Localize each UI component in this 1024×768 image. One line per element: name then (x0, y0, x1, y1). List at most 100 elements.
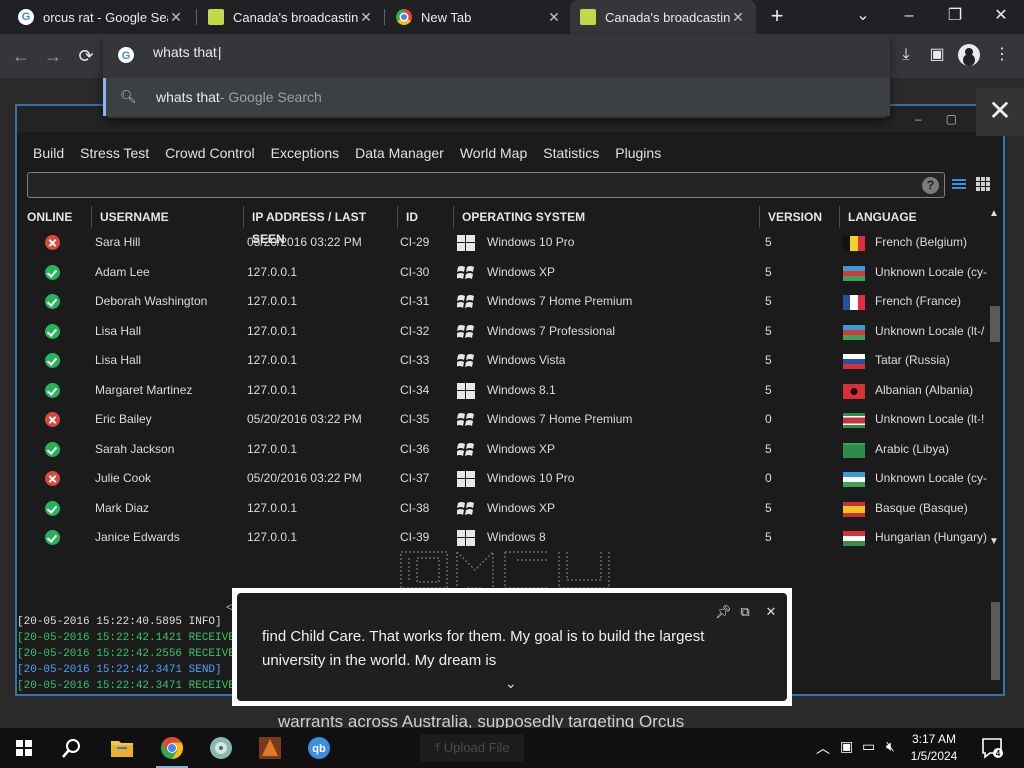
column-header-id[interactable]: ID (397, 206, 453, 228)
table-row[interactable]: Lisa Hall 127.0.0.1 CI-33 Windows Vista 5 Tat… (19, 346, 993, 376)
flag-hu-icon (843, 531, 865, 546)
cell-username: Janice Edwards (95, 530, 180, 544)
taskbar-chrome[interactable] (148, 728, 196, 768)
profile-avatar[interactable] (958, 44, 980, 66)
upload-file-label: Upload File (443, 740, 510, 755)
client-search-input[interactable] (27, 172, 945, 198)
column-header-version[interactable]: VERSION (759, 206, 839, 228)
menu-plugins[interactable]: Plugins (607, 142, 669, 164)
log-line: [20-05-2016 15:22:42.2556 RECEIVE] (17, 648, 242, 660)
tab-divider (196, 9, 197, 25)
menu-world-map[interactable]: World Map (452, 142, 535, 164)
side-panel-icon[interactable]: ▣ (926, 42, 948, 68)
reload-icon[interactable]: ⟳ (73, 43, 99, 69)
new-tab-icon[interactable]: + (766, 5, 788, 28)
system-clock[interactable]: 3:17 AM 1/5/2024 (904, 731, 964, 765)
windows-logo-icon (457, 295, 474, 308)
tab-cbc-active[interactable]: Canada's broadcasting ✕ (570, 0, 756, 34)
table-row[interactable]: Deborah Washington 127.0.0.1 CI-31 Windows … (19, 287, 993, 317)
tray-chevron-up-icon[interactable]: ︿ (816, 738, 830, 758)
disk-app-icon (210, 737, 232, 759)
tab-orcus-search[interactable]: orcus rat - Google Sea ✕ (8, 0, 194, 34)
table-scrollbar-thumb[interactable] (990, 306, 1000, 342)
column-header-language[interactable]: LANGUAGE (839, 206, 989, 228)
menu-build[interactable]: Build (25, 142, 72, 164)
table-row[interactable]: Adam Lee 127.0.0.1 CI-30 Windows XP 5 Unknown… (19, 258, 993, 288)
scroll-up-icon[interactable]: ▲ (989, 208, 999, 219)
tab-close-icon[interactable]: ✕ (546, 9, 562, 25)
menu-icon[interactable]: ⋮ (991, 42, 1013, 68)
tray-app-icon[interactable]: ▣ (840, 738, 853, 755)
tab-search-icon[interactable]: ⌄ (840, 0, 886, 34)
table-row[interactable]: Julie Cook 05/20/2016 03:22 PM CI-37 Window… (19, 464, 993, 494)
pin-icon[interactable]: 📌︎ (715, 604, 732, 620)
cell-id: CI-29 (400, 235, 430, 249)
column-header-os[interactable]: OPERATING SYSTEM (453, 206, 759, 228)
taskbar-file-explorer[interactable] (98, 728, 146, 768)
tab-close-icon[interactable]: ✕ (730, 9, 746, 25)
cell-version: 5 (765, 323, 772, 338)
tab-new-tab[interactable]: New Tab ✕ (386, 0, 572, 34)
upload-file-button[interactable]: ⤒ Upload File (420, 734, 524, 762)
menu-exceptions[interactable]: Exceptions (263, 142, 347, 164)
tab-cbc-1[interactable]: Canada's broadcasting ✕ (198, 0, 384, 34)
cell-id: CI-38 (400, 500, 430, 515)
flag-fr-icon (843, 295, 865, 310)
table-row[interactable]: Margaret Martinez 127.0.0.1 CI-34 Windows 8… (19, 376, 993, 406)
omnibox[interactable]: G whats that 🔍︎ whats that - Google Sear… (103, 34, 890, 118)
caption-text: find Child Care. That works for them. My… (262, 628, 705, 669)
start-button[interactable] (0, 728, 48, 768)
forward-icon[interactable]: → (40, 43, 66, 69)
windows-logo-icon (457, 442, 474, 456)
back-icon[interactable]: ← (8, 43, 34, 69)
cell-version: 5 (765, 441, 772, 456)
tab-close-icon[interactable]: ✕ (168, 9, 184, 25)
address-input[interactable]: whats that (153, 44, 221, 60)
taskbar-app-2[interactable] (197, 728, 245, 768)
app-menubar: Build Stress Test Crowd Control Exceptio… (25, 142, 669, 164)
help-icon[interactable]: ? (922, 177, 939, 194)
page-viewport: –▢ Build Stress Test Crowd Control Excep… (0, 78, 1024, 728)
caption-close-icon[interactable]: ✕ (763, 604, 779, 620)
online-check-icon (45, 530, 60, 545)
tab-divider (384, 9, 385, 25)
download-icon[interactable]: ⤓ (895, 42, 917, 68)
list-view-icon[interactable] (951, 176, 967, 192)
network-icon[interactable]: ▭ (862, 738, 875, 755)
table-row[interactable]: Lisa Hall 127.0.0.1 CI-32 Windows 7 Profess… (19, 317, 993, 347)
table-row[interactable]: Eric Bailey 05/20/2016 03:22 PM CI-35 Windo… (19, 405, 993, 435)
table-row[interactable]: Janice Edwards 127.0.0.1 CI-39 Windows 8 5 Hu… (19, 523, 993, 548)
video-close-icon[interactable]: ✕ (976, 88, 1024, 136)
menu-statistics[interactable]: Statistics (535, 142, 607, 164)
grid-view-icon[interactable] (975, 176, 991, 192)
table-row[interactable]: Mark Diaz 127.0.0.1 CI-38 Windows XP 5 Basque… (19, 494, 993, 524)
expand-icon[interactable]: ⧉ (737, 604, 753, 620)
column-header-username[interactable]: USERNAME (91, 206, 243, 228)
window-close-icon[interactable]: ✕ (978, 0, 1024, 34)
notification-center-icon[interactable]: 4 (980, 736, 1004, 760)
cell-language: Tatar (Russia) (875, 353, 950, 367)
offline-x-icon (45, 412, 60, 427)
table-row[interactable]: Sara Hill 05/20/2016 03:22 PM CI-29 Windows… (19, 228, 993, 258)
menu-data-manager[interactable]: Data Manager (347, 142, 452, 164)
restore-icon[interactable]: ❐ (932, 0, 978, 34)
menu-stress-test[interactable]: Stress Test (72, 142, 157, 164)
taskbar-qbittorrent[interactable]: qb (295, 728, 343, 768)
menu-crowd-control[interactable]: Crowd Control (157, 142, 262, 164)
table-row[interactable]: Sarah Jackson 127.0.0.1 CI-36 Windows XP 5 Ar… (19, 435, 993, 465)
volume-muted-icon[interactable]: 🔇︎ (886, 738, 895, 755)
omnibox-suggestion[interactable]: 🔍︎ whats that - Google Search (103, 78, 890, 116)
cell-ip: 127.0.0.1 (247, 500, 298, 515)
search-button[interactable] (48, 728, 96, 768)
minimize-icon[interactable]: – (886, 0, 932, 34)
log-scrollbar-thumb[interactable] (991, 602, 1000, 680)
taskbar-app-3[interactable] (246, 728, 294, 768)
cell-version: 5 (765, 500, 772, 515)
scroll-down-icon[interactable]: ▼ (989, 536, 999, 547)
chevron-down-icon[interactable]: ⌄ (505, 675, 517, 692)
column-header-ip[interactable]: IP ADDRESS / LAST SEEN (243, 206, 397, 246)
taskbar: qb ⤒ Upload File ︿ ▣ ▭ 🔇︎ 3:17 AM 1/5/20… (0, 728, 1024, 768)
column-header-online[interactable]: ONLINE (19, 206, 91, 228)
tab-close-icon[interactable]: ✕ (358, 9, 374, 25)
cell-language: French (France) (875, 294, 962, 308)
